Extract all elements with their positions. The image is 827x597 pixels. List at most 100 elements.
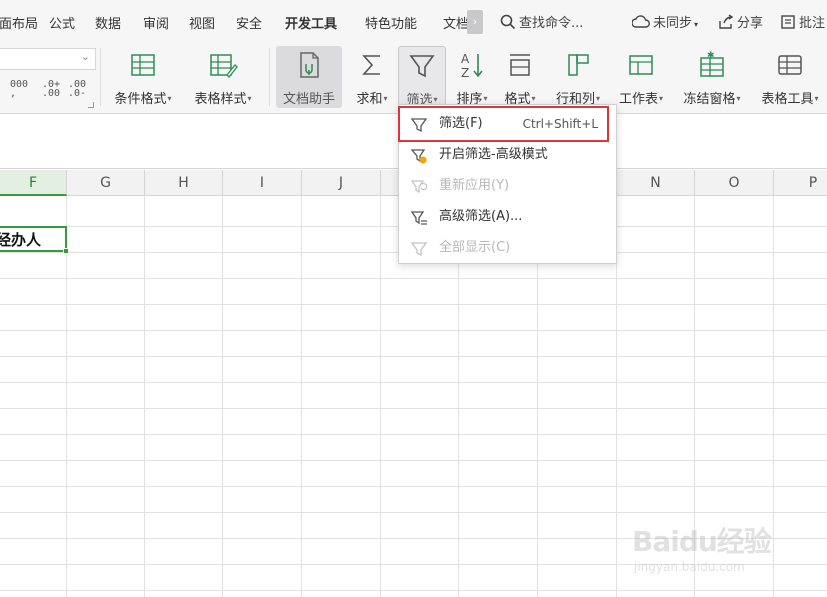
menu-item-show-all[interactable]: 全部显示(C): [399, 234, 616, 262]
menu-item-reapply-label: 重新应用(Y): [439, 178, 510, 193]
menu-tab-view[interactable]: 视图: [189, 13, 215, 32]
svg-text:A: A: [461, 52, 470, 66]
freeze-panes-label: 冻结窗格: [683, 92, 736, 107]
conditional-format-label: 条件格式: [114, 92, 167, 107]
rows-columns-button[interactable]: 行和列▾: [549, 46, 607, 108]
ribbon-separator: [100, 48, 101, 106]
grid-line: [0, 278, 827, 279]
grid-line: [380, 196, 381, 597]
column-header-j[interactable]: J: [302, 170, 381, 196]
svg-text:✱: ✱: [707, 51, 715, 61]
grid-line: [0, 590, 827, 591]
doc-assistant-icon: [300, 52, 319, 78]
grid-line: [0, 304, 827, 305]
grid-line: [0, 382, 827, 383]
grid-line: [0, 434, 827, 435]
menu-bar: 页面布局 公式 数据 审阅 视图 安全 开发工具 特色功能 文档 › 查找命令.…: [0, 0, 827, 44]
comment-label: 批注: [799, 16, 826, 31]
table-tools-button[interactable]: 表格工具▾: [754, 46, 826, 108]
menu-tab-developer[interactable]: 开发工具: [285, 13, 337, 32]
sum-button[interactable]: 求和▾: [349, 46, 395, 108]
ribbon-separator: [269, 48, 270, 106]
doc-assistant-button[interactable]: 文档助手: [276, 46, 342, 108]
sync-status-label: 未同步: [653, 16, 693, 31]
highlight-box: [398, 106, 609, 142]
table-style-icon: [210, 54, 238, 78]
sum-label: 求和: [356, 92, 383, 107]
decrease-decimal-label: .00 .0-: [68, 79, 87, 99]
column-header-p[interactable]: P: [774, 170, 827, 196]
sync-status[interactable]: 未同步 ▾: [631, 12, 698, 31]
show-all-icon: [410, 242, 428, 257]
column-header-n[interactable]: N: [617, 170, 695, 196]
table-tools-label: 表格工具: [761, 92, 814, 107]
rows-columns-icon: [568, 54, 589, 76]
thousands-separator-label: 000: [10, 79, 29, 90]
menu-item-show-all-label: 全部显示(C): [439, 240, 511, 255]
thousands-separator-button[interactable]: 000,: [10, 79, 29, 99]
menu-tab-review[interactable]: 审阅: [143, 13, 169, 32]
grid-line: [66, 196, 67, 597]
table-style-button[interactable]: 表格样式▾: [187, 46, 259, 108]
menu-item-advanced-filter-label: 高级筛选(A)...: [439, 209, 523, 224]
comment-button[interactable]: 批注: [780, 12, 825, 31]
column-header-f[interactable]: F: [0, 170, 67, 196]
comment-icon: [781, 15, 795, 29]
menu-item-filter-advanced-mode[interactable]: 开启筛选-高级模式: [399, 141, 616, 169]
menu-tab-data[interactable]: 数据: [95, 13, 121, 32]
conditional-format-button[interactable]: 条件格式▾: [108, 46, 178, 108]
freeze-panes-button[interactable]: ✱ 冻结窗格▾: [676, 46, 748, 108]
share-icon: [719, 14, 734, 29]
conditional-format-icon: [131, 54, 155, 76]
number-format-dialog-launcher[interactable]: [88, 102, 94, 108]
advanced-filter-icon: [410, 211, 427, 225]
search-command[interactable]: 查找命令...: [500, 12, 583, 31]
search-command-label: 查找命令...: [519, 16, 584, 31]
menu-tab-page-layout[interactable]: 页面布局: [0, 13, 38, 32]
filter-button[interactable]: 筛选▾: [398, 46, 446, 108]
menu-tab-formulas[interactable]: 公式: [49, 13, 75, 32]
menu-item-filter-advanced-mode-label: 开启筛选-高级模式: [439, 147, 548, 162]
menu-tab-document[interactable]: 文档: [443, 13, 467, 32]
column-header-o[interactable]: O: [695, 170, 774, 196]
baidu-watermark: Baidu经验 jingyan.baidu.com: [632, 510, 792, 580]
worksheet-icon: [629, 55, 653, 75]
sort-button[interactable]: A Z 排序▾: [450, 46, 494, 108]
filter-icon: [409, 55, 435, 78]
column-header-g[interactable]: G: [67, 170, 145, 196]
cell-value-handler: 经办人: [0, 231, 42, 249]
menu-item-advanced-filter[interactable]: 高级筛选(A)...: [399, 203, 616, 231]
cloud-icon: [631, 15, 650, 28]
format-button[interactable]: 格式▾: [497, 46, 543, 108]
menu-tab-special-features[interactable]: 特色功能: [365, 13, 417, 32]
doc-assistant-label: 文档助手: [282, 92, 335, 107]
grid-line: [0, 486, 827, 487]
reapply-filter-icon: [410, 180, 428, 194]
worksheet-label: 工作表: [618, 92, 658, 107]
column-header-i[interactable]: I: [223, 170, 302, 196]
fill-handle[interactable]: [63, 248, 69, 254]
column-header-h[interactable]: H: [145, 170, 223, 196]
watermark-url: jingyan.baidu.com: [634, 560, 745, 574]
filter-advanced-mode-icon: [410, 149, 427, 164]
svg-text:Z: Z: [461, 66, 469, 80]
grid-line: [222, 196, 223, 597]
menu-tab-security[interactable]: 安全: [236, 13, 262, 32]
grid-line: [301, 196, 302, 597]
share-label: 分享: [737, 16, 764, 31]
table-tools-icon: [778, 55, 802, 75]
watermark-brand: Baidu经验: [632, 525, 772, 558]
increase-decimal-button[interactable]: .0+ .00: [42, 80, 64, 99]
menu-item-reapply[interactable]: 重新应用(Y): [399, 172, 616, 200]
decrease-decimal-button[interactable]: .00 .0-: [68, 79, 90, 99]
grid-line: [0, 356, 827, 357]
menu-scroll-right-button[interactable]: ›: [467, 10, 483, 34]
grid-line: [0, 408, 827, 409]
share-button[interactable]: 分享: [718, 12, 763, 31]
grid-line: [0, 460, 827, 461]
search-icon: [500, 14, 516, 30]
worksheet-button[interactable]: 工作表▾: [612, 46, 670, 108]
format-icon: [510, 54, 530, 76]
number-format-dropdown[interactable]: [0, 48, 96, 70]
sum-icon: [362, 55, 380, 75]
